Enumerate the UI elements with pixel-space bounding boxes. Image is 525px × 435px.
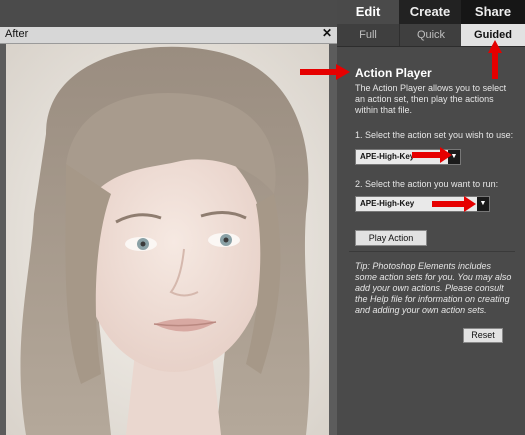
red-arrow-icon — [300, 64, 350, 80]
action-player-panel: Action Player The Action Player allows y… — [337, 47, 525, 435]
tip-text: Tip: Photoshop Elements includes some ac… — [355, 261, 512, 315]
subtab-quick[interactable]: Quick — [399, 24, 462, 46]
reset-button[interactable]: Reset — [463, 328, 503, 343]
subtab-full[interactable]: Full — [337, 24, 399, 46]
chevron-down-icon[interactable]: ▼ — [477, 197, 489, 211]
action-value: APE-High-Key — [360, 199, 415, 208]
tab-create[interactable]: Create — [399, 0, 461, 24]
canvas-background — [0, 44, 337, 435]
red-arrow-icon — [432, 196, 476, 212]
mode-tab-bar: Edit Create Share — [337, 0, 525, 24]
close-icon[interactable]: ✕ — [322, 26, 332, 40]
panel-description: The Action Player allows you to select a… — [355, 83, 507, 115]
tab-edit[interactable]: Edit — [337, 0, 399, 24]
image-canvas-area: After ✕ — [0, 0, 337, 435]
panel-divider — [349, 251, 515, 252]
step1-label: 1. Select the action set you wish to use… — [355, 130, 514, 140]
play-action-button[interactable]: Play Action — [355, 230, 427, 246]
after-view-header: After ✕ — [0, 26, 337, 44]
canvas-top-strip — [0, 0, 337, 27]
tab-share[interactable]: Share — [461, 0, 525, 24]
step2-label: 2. Select the action you want to run: — [355, 179, 499, 189]
red-arrow-icon — [412, 147, 452, 163]
red-arrow-icon — [488, 40, 502, 79]
portrait-image — [6, 44, 329, 435]
after-view-title: After — [5, 28, 29, 40]
panel-title: Action Player — [355, 66, 432, 80]
action-set-value: APE-High-Key — [360, 152, 415, 161]
portrait-photo[interactable] — [6, 44, 329, 435]
